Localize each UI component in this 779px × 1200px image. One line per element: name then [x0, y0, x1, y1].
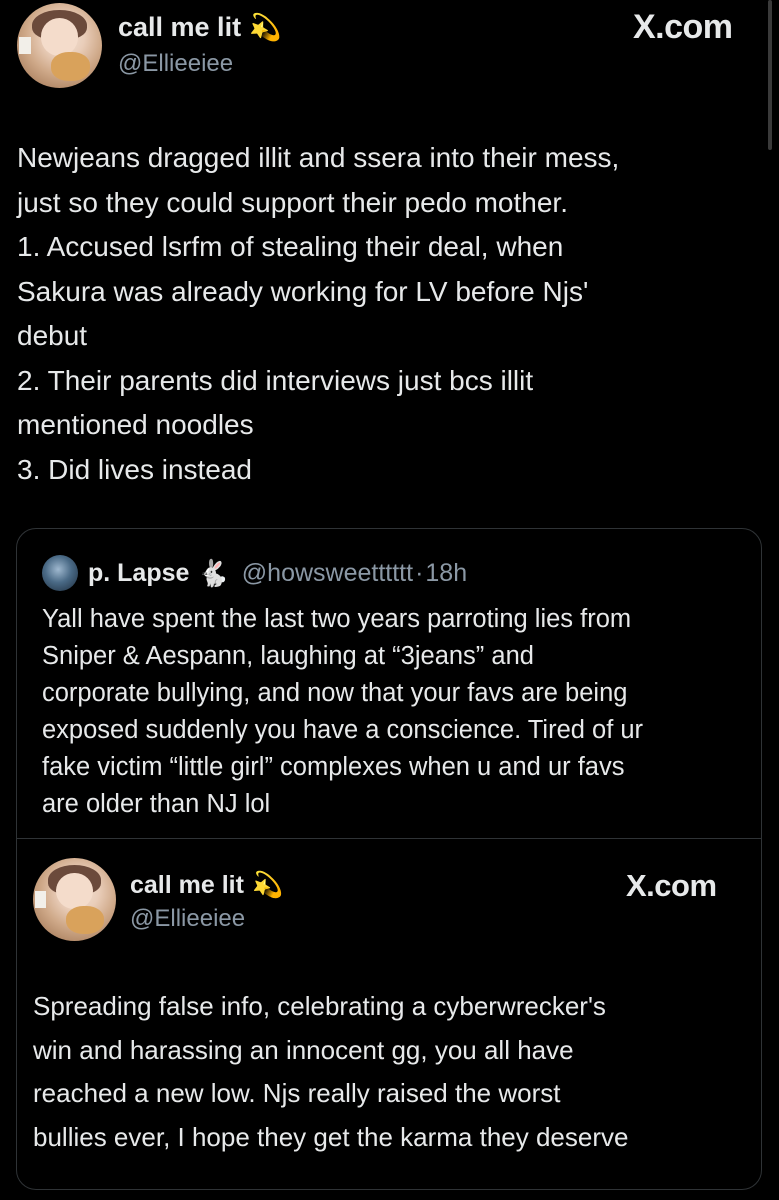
author-name[interactable]: call me lit	[118, 12, 241, 43]
scrollbar[interactable]	[768, 0, 772, 150]
avatar[interactable]	[17, 3, 102, 88]
quoted-author-handle[interactable]: @howsweetttttt	[242, 559, 413, 588]
embedded-author-name: call me lit	[130, 870, 244, 899]
author-name-row[interactable]: call me lit 💫	[118, 10, 281, 44]
quoted-tweet-text: Yall have spent the last two years parro…	[42, 605, 644, 818]
separator-dot: ·	[415, 558, 424, 587]
divider	[17, 838, 761, 839]
embedded-tweet-text: Spreading false info, celebrating a cybe…	[33, 991, 629, 1152]
embedded-author-name-row: call me lit 💫	[130, 868, 283, 902]
embedded-author-handle: @Ellieeiee	[130, 905, 246, 932]
tweet-text: Newjeans dragged illit and ssera into th…	[17, 142, 620, 485]
dizzy-emoji-icon: 💫	[251, 870, 284, 899]
quoted-time[interactable]: 18h	[425, 559, 467, 588]
embedded-avatar	[33, 858, 116, 941]
quoted-header: p. Lapse 🐇 @howsweetttttt · 18h	[88, 556, 467, 590]
x-watermark: X.com	[633, 8, 733, 46]
quoted-author-name[interactable]: p. Lapse	[88, 559, 189, 588]
rabbit-emoji-icon: 🐇	[197, 557, 230, 588]
quoted-avatar[interactable]	[42, 555, 78, 591]
author-handle[interactable]: @Ellieeiee	[118, 50, 233, 78]
x-watermark: X.com	[626, 868, 717, 903]
dizzy-emoji-icon: 💫	[249, 11, 282, 42]
